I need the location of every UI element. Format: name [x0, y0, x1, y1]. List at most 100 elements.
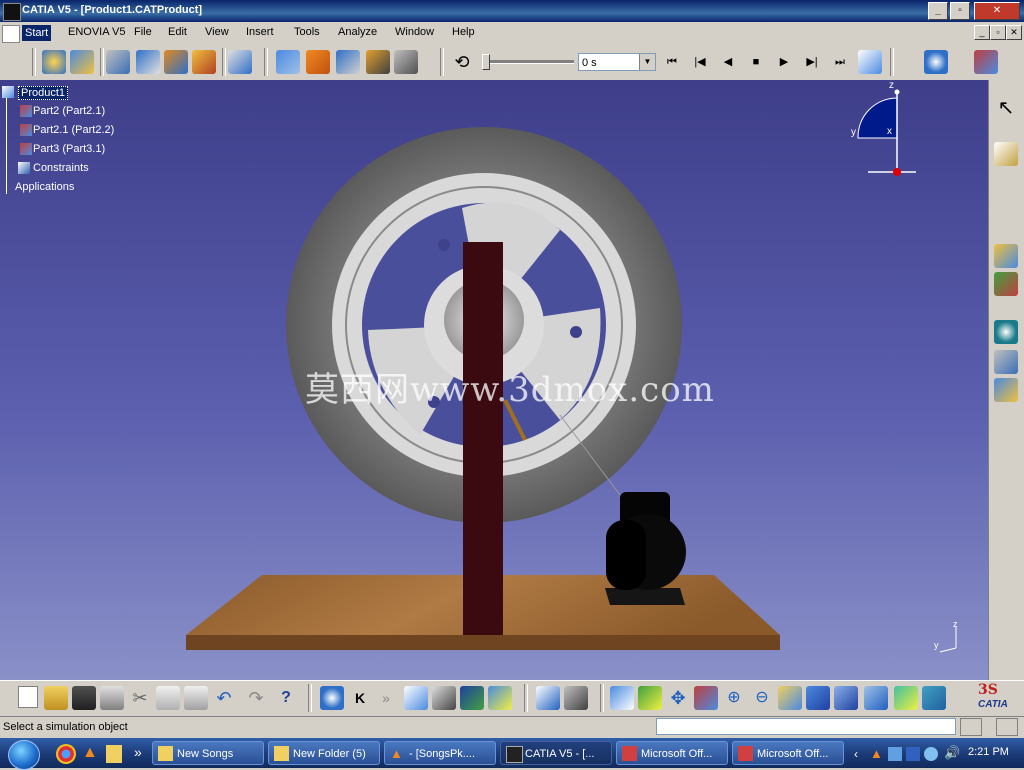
folder-icon[interactable]: [106, 745, 122, 763]
move-icon[interactable]: ✥: [666, 686, 690, 710]
step-backward-icon[interactable]: |◀: [692, 54, 708, 70]
part-icon[interactable]: [20, 124, 32, 136]
constraints-icon[interactable]: [18, 162, 30, 174]
rewind-icon[interactable]: K: [348, 686, 372, 710]
swirl-icon[interactable]: [994, 320, 1018, 344]
menu-help[interactable]: Help: [452, 26, 475, 38]
rotate-icon[interactable]: [694, 686, 718, 710]
simulation-icon[interactable]: [276, 50, 300, 74]
security-icon[interactable]: [924, 747, 938, 761]
stop-icon[interactable]: ■: [748, 54, 764, 70]
title-bar[interactable]: CATIA V5 - [Product1.CATProduct] _ ▫ ✕: [0, 0, 1024, 22]
open-folder-icon[interactable]: [44, 686, 68, 710]
quick-launch-overflow[interactable]: »: [134, 744, 142, 760]
simulation-player-icon[interactable]: [858, 50, 882, 74]
redo-icon[interactable]: ↷: [244, 686, 268, 710]
cut-icon[interactable]: ✂: [128, 686, 152, 710]
catia-app-icon[interactable]: [3, 3, 21, 21]
volume-icon[interactable]: 🔊: [944, 745, 960, 761]
multi-view-icon[interactable]: [806, 686, 830, 710]
menu-tools[interactable]: Tools: [294, 26, 320, 38]
clash-icon[interactable]: [106, 50, 130, 74]
play-forward-icon[interactable]: ▶: [776, 54, 792, 70]
command-history-icon[interactable]: [960, 718, 982, 736]
assembly-icon[interactable]: [994, 272, 1018, 296]
vlc-icon[interactable]: ▲: [82, 744, 98, 762]
swap-space-icon[interactable]: [922, 686, 946, 710]
pan-icon[interactable]: [432, 686, 456, 710]
zoom-in-icon[interactable]: ⊕: [722, 686, 746, 710]
taskbar-clock[interactable]: 2:21 PM: [968, 746, 1009, 758]
mechanism-icon[interactable]: [994, 378, 1018, 402]
taskbar-item-office-2[interactable]: Microsoft Off...: [732, 741, 844, 765]
menu-analyze[interactable]: Analyze: [338, 26, 377, 38]
distance-icon[interactable]: [164, 50, 188, 74]
new-file-icon[interactable]: [18, 686, 38, 708]
product-icon[interactable]: [2, 86, 14, 98]
tree-item-applications[interactable]: Applications: [15, 181, 74, 193]
monitor-icon[interactable]: [906, 747, 920, 761]
minimize-button[interactable]: _: [928, 2, 948, 20]
tools-icon[interactable]: [394, 50, 418, 74]
dassault-compass-icon[interactable]: [924, 50, 948, 74]
step-forward-icon[interactable]: ▶|: [804, 54, 820, 70]
chrome-icon[interactable]: [56, 744, 76, 764]
network-icon[interactable]: [888, 747, 902, 761]
tree-item-product1[interactable]: Product1: [18, 86, 69, 100]
shading-icon[interactable]: [864, 686, 888, 710]
menu-view[interactable]: View: [205, 26, 229, 38]
forward-icon[interactable]: »: [374, 686, 398, 710]
part-icon[interactable]: [20, 143, 32, 155]
doc-restore-button[interactable]: ▫: [990, 25, 1006, 40]
menu-file[interactable]: File: [134, 26, 152, 38]
lighting-icon[interactable]: [488, 686, 512, 710]
taskbar-item-new-songs[interactable]: New Songs: [152, 741, 264, 765]
sectioning-icon[interactable]: [136, 50, 160, 74]
tree-item-part2[interactable]: Part2 (Part2.1): [33, 105, 105, 117]
jump-to-start-icon[interactable]: ⏮: [664, 54, 680, 70]
tree-item-constraints[interactable]: Constraints: [33, 162, 89, 174]
compass-z-handle[interactable]: [894, 89, 900, 95]
paste-icon[interactable]: [184, 686, 208, 710]
motor-cap[interactable]: [606, 520, 646, 590]
measure-icon[interactable]: [192, 50, 216, 74]
menu-insert[interactable]: Insert: [246, 26, 274, 38]
copy-icon[interactable]: [156, 686, 180, 710]
save-icon[interactable]: [72, 686, 96, 710]
taskbar-item-songspk[interactable]: ▲ - [SongsPk....: [384, 741, 496, 765]
normal-view-icon[interactable]: [460, 686, 484, 710]
measure-item-icon[interactable]: [564, 686, 588, 710]
close-button[interactable]: ✕: [974, 2, 1020, 20]
slider-thumb[interactable]: [482, 54, 490, 70]
time-step-select[interactable]: 0 s ▼: [578, 53, 656, 71]
constraint-icon[interactable]: [994, 244, 1018, 268]
target-icon[interactable]: [320, 686, 344, 710]
edit-simulation-icon[interactable]: [366, 50, 390, 74]
select-icon[interactable]: [228, 50, 252, 74]
doc-close-button[interactable]: ✕: [1006, 25, 1022, 40]
taskbar-item-office-1[interactable]: Microsoft Off...: [616, 741, 728, 765]
undo-icon[interactable]: ↶: [212, 686, 236, 710]
hide-show-icon[interactable]: [894, 686, 918, 710]
command-power-icon[interactable]: [996, 718, 1018, 736]
fly-icon[interactable]: [610, 686, 634, 710]
zoom-out-icon[interactable]: ⊖: [750, 686, 774, 710]
tray-expand-icon[interactable]: ‹: [854, 747, 858, 761]
iso-view-icon[interactable]: [834, 686, 858, 710]
part-icon[interactable]: [20, 105, 32, 117]
menu-edit[interactable]: Edit: [168, 26, 187, 38]
track-icon[interactable]: [306, 50, 330, 74]
support-post[interactable]: [463, 242, 503, 635]
menu-enovia[interactable]: ENOVIA V5: [68, 26, 125, 38]
chevron-down-icon[interactable]: ▼: [639, 54, 655, 70]
fly-mode-icon[interactable]: [994, 142, 1018, 166]
product-tree-icon[interactable]: [994, 350, 1018, 374]
zoom-area-icon[interactable]: [404, 686, 428, 710]
3d-viewport[interactable]: 莫西网www.3dmox.com Product1 Part2 (Part2.1…: [0, 80, 988, 680]
tree-item-part3[interactable]: Part3 (Part3.1): [33, 143, 105, 155]
measure-between-icon[interactable]: [536, 686, 560, 710]
vlc-tray-icon[interactable]: ▲: [870, 746, 883, 761]
doc-minimize-button[interactable]: _: [974, 25, 990, 40]
normal-plane-icon[interactable]: [778, 686, 802, 710]
print-icon[interactable]: [100, 686, 124, 710]
